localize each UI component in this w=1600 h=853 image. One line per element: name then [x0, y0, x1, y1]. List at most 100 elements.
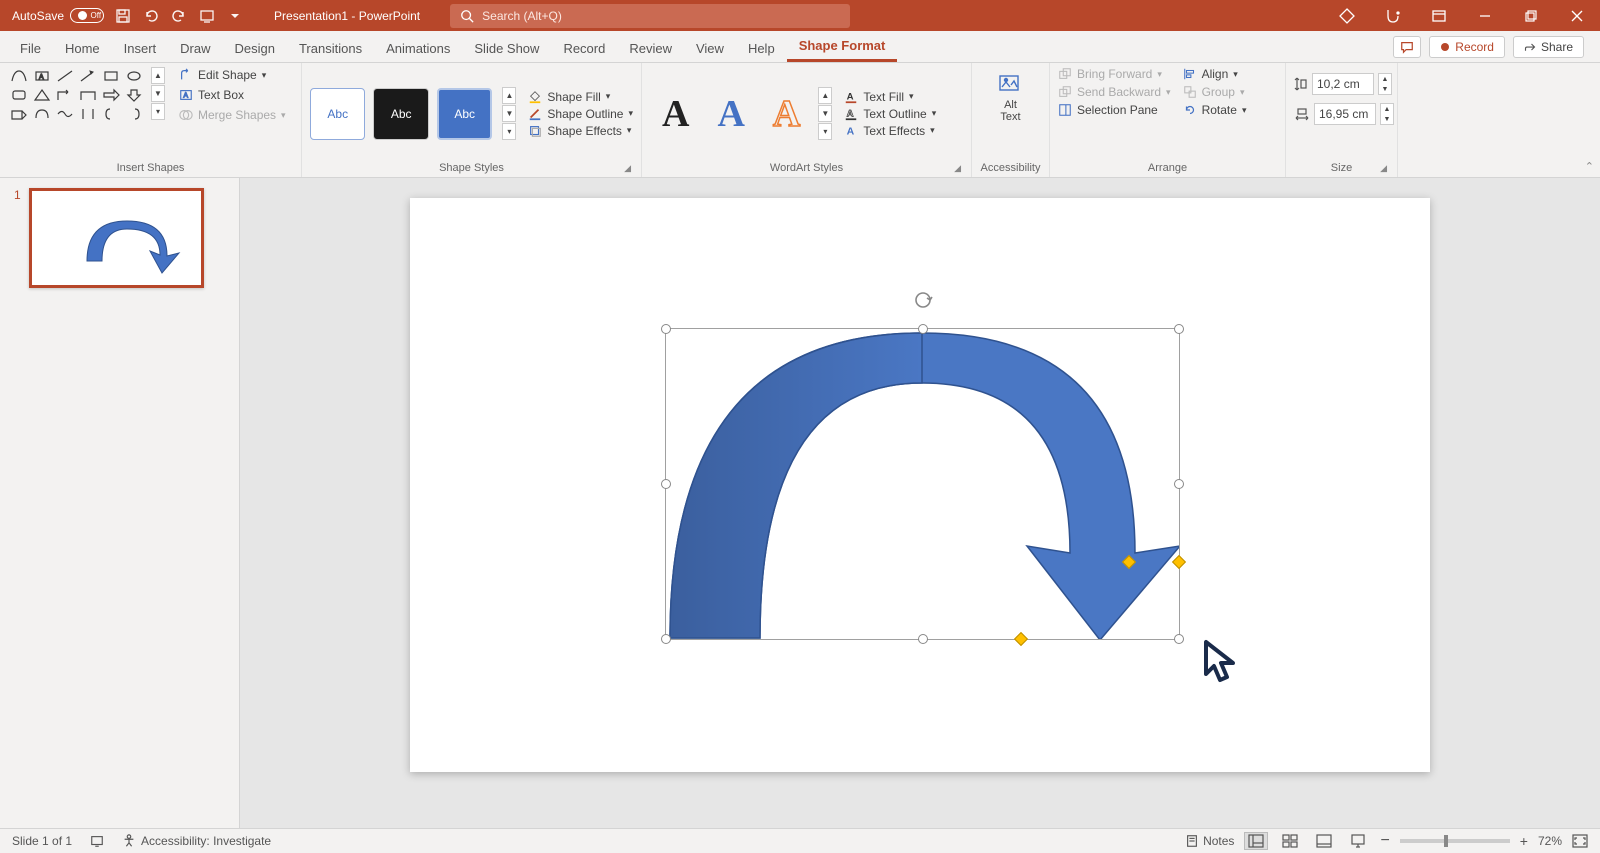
wordart-gallery-up[interactable]: ▲	[818, 87, 832, 104]
comments-button[interactable]	[1393, 36, 1421, 58]
width-down[interactable]: ▼	[1381, 114, 1393, 124]
style-gallery-up[interactable]: ▲	[502, 87, 516, 104]
slide-thumbnail-1[interactable]	[29, 188, 204, 288]
handle-bottom-right[interactable]	[1174, 634, 1184, 644]
shape-style-preset-2[interactable]: Abc	[373, 88, 428, 140]
qat-more-icon[interactable]	[226, 7, 244, 25]
autosave-toggle[interactable]: AutoSave Off	[12, 8, 104, 23]
tab-design[interactable]: Design	[223, 35, 287, 62]
share-button[interactable]: Share	[1513, 36, 1584, 58]
tab-home[interactable]: Home	[53, 35, 112, 62]
height-down[interactable]: ▼	[1379, 84, 1391, 94]
undo-icon[interactable]	[142, 7, 160, 25]
slide-counter[interactable]: Slide 1 of 1	[12, 834, 72, 848]
tab-transitions[interactable]: Transitions	[287, 35, 374, 62]
width-value: 16,95 cm	[1319, 107, 1368, 121]
rotate-button[interactable]: Rotate ▾	[1183, 103, 1247, 117]
send-backward-icon	[1058, 85, 1072, 99]
zoom-in-button[interactable]: +	[1520, 833, 1528, 849]
edit-shape-button[interactable]: Edit Shape ▾	[175, 67, 290, 83]
handle-top-left[interactable]	[661, 324, 671, 334]
shape-style-preset-3[interactable]: Abc	[437, 88, 492, 140]
handle-top[interactable]	[918, 324, 928, 334]
slide-thumbnails-panel[interactable]: 1	[0, 178, 240, 828]
wordart-gallery-more[interactable]: ▾	[818, 123, 832, 140]
collapse-ribbon-button[interactable]: ⌃	[1585, 160, 1594, 173]
text-outline-button[interactable]: AText Outline ▾	[844, 107, 936, 121]
comments-status-icon[interactable]	[90, 834, 104, 848]
normal-view-button[interactable]	[1244, 832, 1268, 850]
zoom-out-button[interactable]: −	[1380, 832, 1389, 850]
selection-pane-button[interactable]: Selection Pane	[1058, 103, 1171, 117]
style-gallery-more[interactable]: ▾	[502, 123, 516, 140]
shape-width-field[interactable]: 16,95 cm ▲▼	[1294, 103, 1394, 125]
text-box-button[interactable]: AText Box	[175, 87, 290, 103]
shape-outline-button[interactable]: Shape Outline ▾	[528, 107, 633, 121]
size-launcher[interactable]: ◢	[1380, 163, 1387, 174]
text-fill-button[interactable]: AText Fill ▾	[844, 90, 936, 104]
shape-effects-button[interactable]: Shape Effects ▾	[528, 124, 633, 138]
maximize-button[interactable]	[1508, 0, 1554, 31]
redo-icon[interactable]	[170, 7, 188, 25]
tab-insert[interactable]: Insert	[112, 35, 169, 62]
search-input[interactable]	[482, 9, 840, 23]
tab-animations[interactable]: Animations	[374, 35, 462, 62]
width-up[interactable]: ▲	[1381, 104, 1393, 114]
coming-soon-icon[interactable]	[1370, 0, 1416, 31]
diamond-icon[interactable]	[1324, 0, 1370, 31]
handle-top-right[interactable]	[1174, 324, 1184, 334]
gallery-up-button[interactable]: ▲	[151, 67, 165, 84]
shape-style-preset-1[interactable]: Abc	[310, 88, 365, 140]
adjust-handle-2[interactable]	[1122, 555, 1136, 569]
slide-sorter-view-button[interactable]	[1278, 832, 1302, 850]
tab-draw[interactable]: Draw	[168, 35, 222, 62]
slide[interactable]	[410, 198, 1430, 772]
slideshow-view-button[interactable]	[1346, 832, 1370, 850]
ribbon-display-icon[interactable]	[1416, 0, 1462, 31]
alt-text-button[interactable]: Alt Text	[989, 67, 1033, 129]
save-icon[interactable]	[114, 7, 132, 25]
shape-height-field[interactable]: 10,2 cm ▲▼	[1294, 73, 1394, 95]
align-button[interactable]: Align ▾	[1183, 67, 1247, 81]
start-from-beginning-icon[interactable]	[198, 7, 216, 25]
handle-bottom[interactable]	[918, 634, 928, 644]
close-button[interactable]	[1554, 0, 1600, 31]
gallery-more-button[interactable]: ▾	[151, 103, 165, 120]
shape-styles-launcher[interactable]: ◢	[624, 163, 631, 174]
selection-box[interactable]	[665, 328, 1180, 640]
handle-right[interactable]	[1174, 479, 1184, 489]
accessibility-status[interactable]: Accessibility: Investigate	[122, 834, 271, 848]
wordart-gallery-down[interactable]: ▼	[818, 105, 832, 122]
tab-review[interactable]: Review	[617, 35, 684, 62]
tab-view[interactable]: View	[684, 35, 736, 62]
tab-slideshow[interactable]: Slide Show	[462, 35, 551, 62]
record-button[interactable]: Record	[1429, 36, 1505, 58]
gallery-down-button[interactable]: ▼	[151, 85, 165, 102]
zoom-level[interactable]: 72%	[1538, 834, 1562, 848]
fit-to-window-button[interactable]	[1572, 834, 1588, 848]
zoom-slider[interactable]	[1400, 839, 1510, 843]
shapes-gallery[interactable]: A	[8, 67, 145, 123]
shape-fill-button[interactable]: Shape Fill ▾	[528, 90, 633, 104]
tab-help[interactable]: Help	[736, 35, 787, 62]
height-up[interactable]: ▲	[1379, 74, 1391, 84]
text-effects-button[interactable]: AText Effects ▾	[844, 124, 936, 138]
tab-file[interactable]: File	[8, 35, 53, 62]
notes-button[interactable]: Notes	[1185, 834, 1234, 848]
adjust-handle-1[interactable]	[1172, 555, 1186, 569]
handle-bottom-left[interactable]	[661, 634, 671, 644]
adjust-handle-3[interactable]	[1014, 632, 1028, 646]
reading-view-button[interactable]	[1312, 832, 1336, 850]
style-gallery-down[interactable]: ▼	[502, 105, 516, 122]
wordart-preset-3[interactable]: A	[761, 92, 812, 136]
wordart-preset-2[interactable]: A	[705, 92, 756, 136]
slide-canvas-area[interactable]	[240, 178, 1600, 828]
search-box[interactable]	[450, 4, 850, 28]
handle-left[interactable]	[661, 479, 671, 489]
tab-shape-format[interactable]: Shape Format	[787, 32, 898, 62]
rotate-handle[interactable]	[912, 289, 934, 311]
tab-record[interactable]: Record	[551, 35, 617, 62]
wordart-preset-1[interactable]: A	[650, 92, 701, 136]
wordart-launcher[interactable]: ◢	[954, 163, 961, 174]
minimize-button[interactable]	[1462, 0, 1508, 31]
